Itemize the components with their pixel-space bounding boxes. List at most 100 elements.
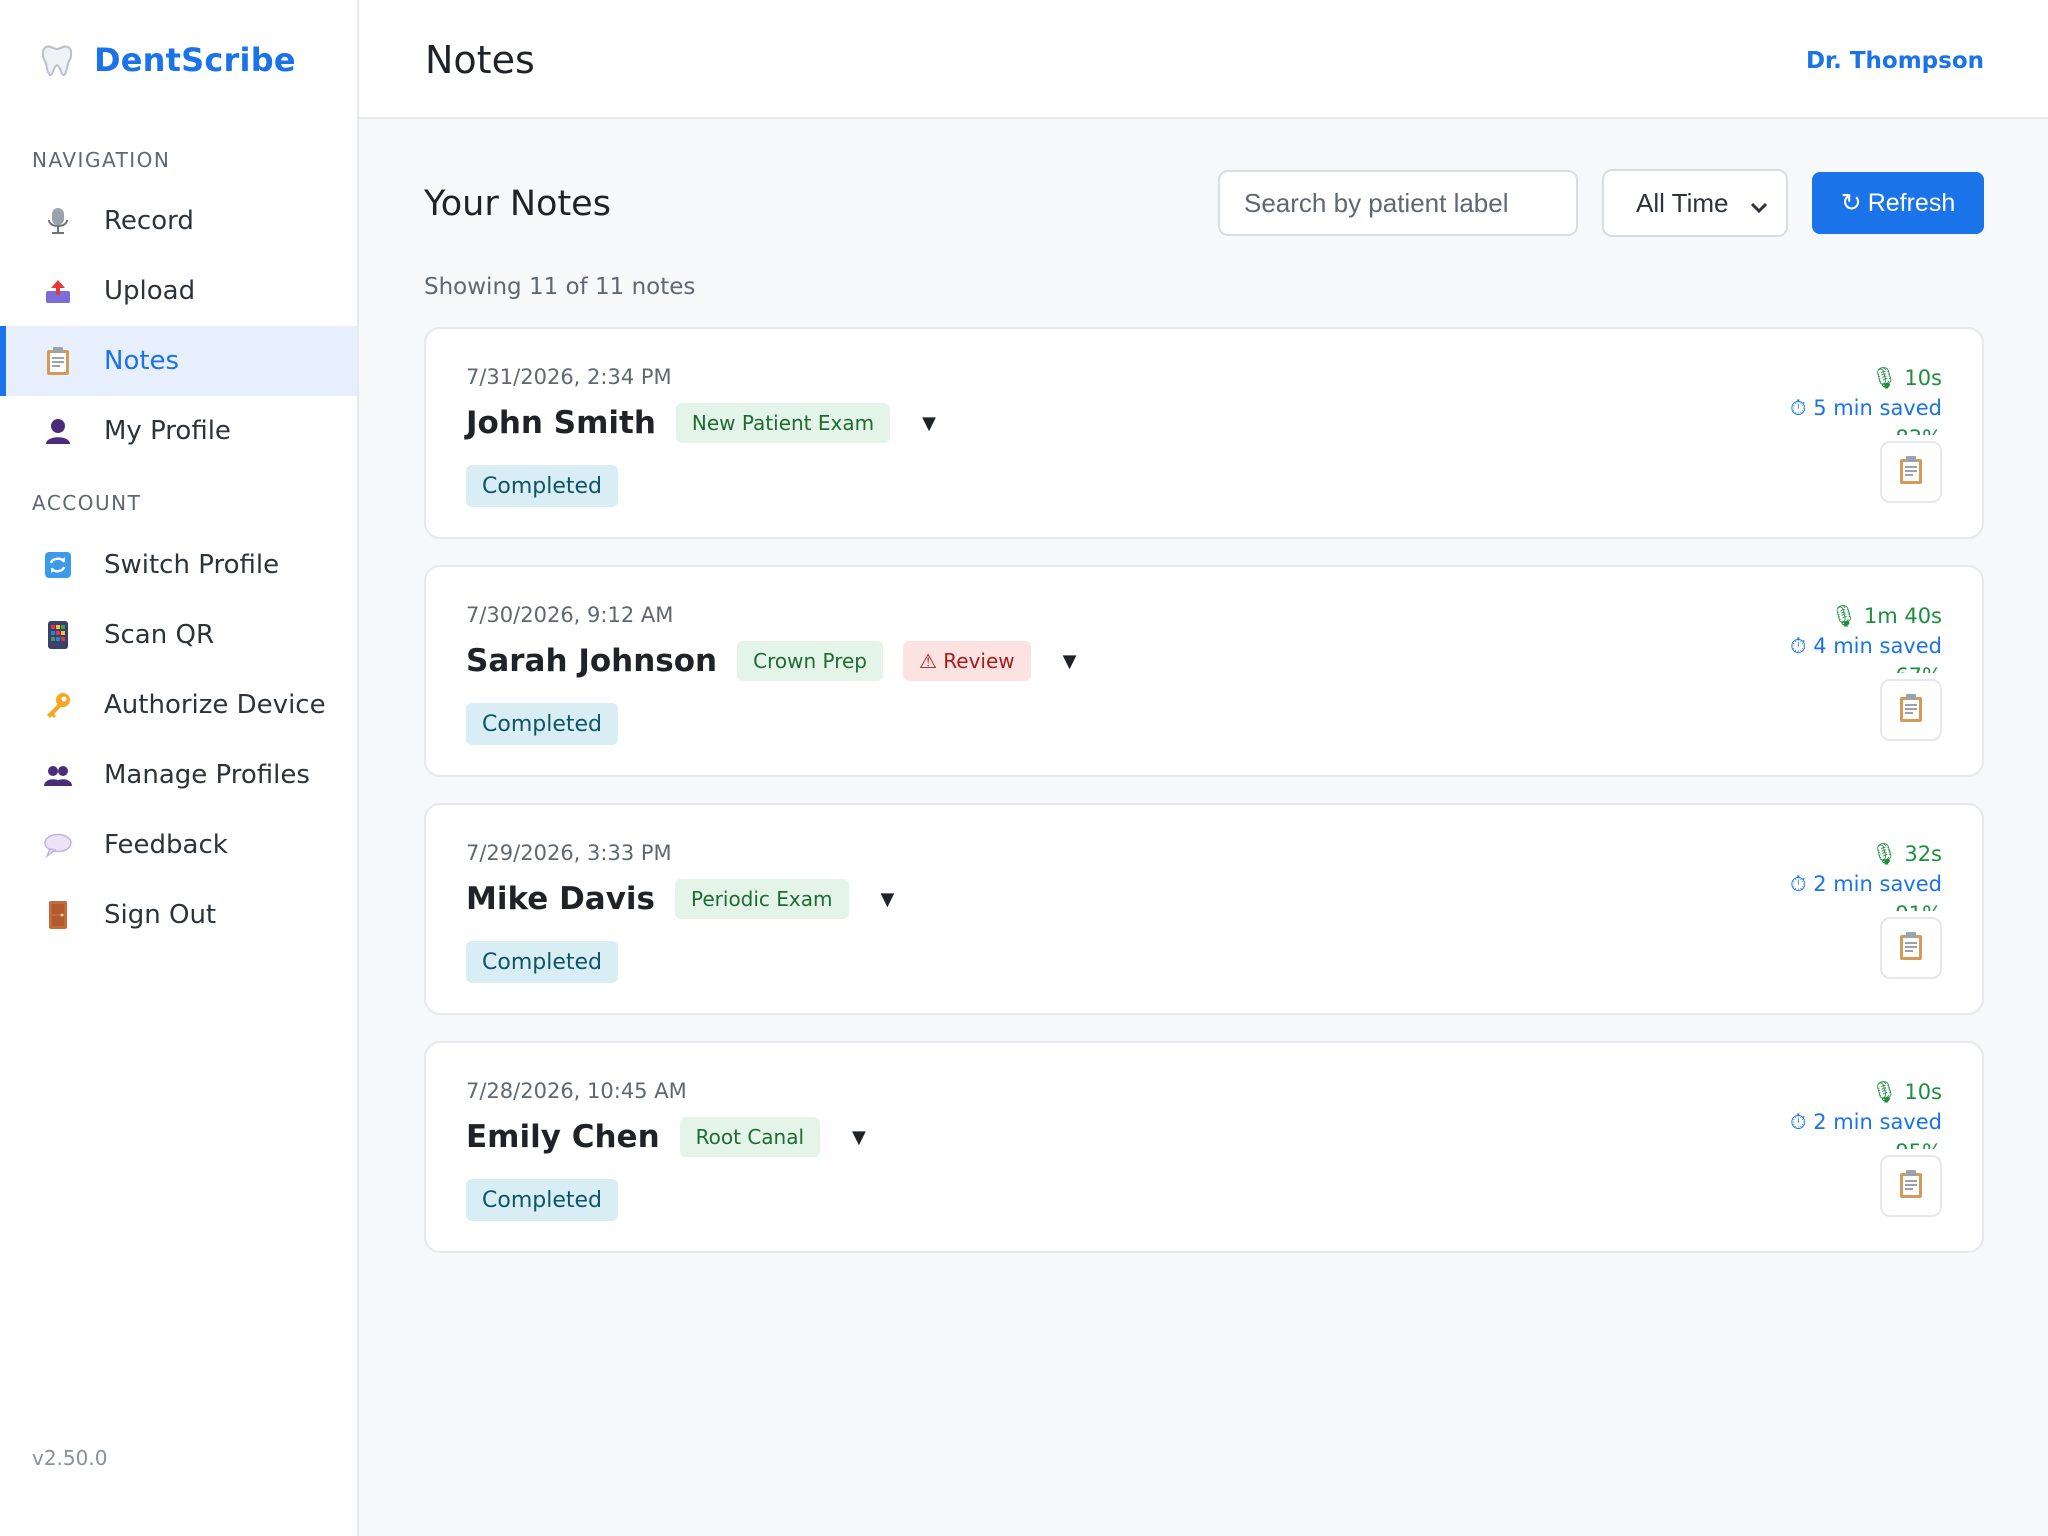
copy-note-button[interactable] xyxy=(1880,679,1942,741)
expand-caret-icon[interactable]: ▼ xyxy=(881,889,895,910)
microphone-icon: 🎙 xyxy=(1870,1080,1898,1104)
sidebar-item-label: My Profile xyxy=(104,416,231,446)
microphone-icon xyxy=(42,205,74,237)
sidebar-item-my-profile[interactable]: My Profile xyxy=(0,396,357,466)
note-card[interactable]: 7/31/2026, 2:34 PM John Smith New Patien… xyxy=(424,327,1984,539)
tooth-icon xyxy=(38,41,76,79)
appointment-type-badge: Periodic Exam xyxy=(675,879,849,919)
notes-section-title: Your Notes xyxy=(424,184,611,224)
qr-icon xyxy=(42,619,74,651)
patient-name: John Smith xyxy=(466,405,656,441)
status-badge: Completed xyxy=(466,465,618,507)
switch-icon xyxy=(42,549,74,581)
notes-count: Showing 11 of 11 notes xyxy=(424,274,696,300)
chevron-down-icon xyxy=(1748,195,1770,217)
sidebar-item-label: Sign Out xyxy=(104,900,217,930)
people-icon xyxy=(42,759,74,791)
note-card[interactable]: 7/30/2026, 9:12 AM Sarah Johnson Crown P… xyxy=(424,565,1984,777)
recording-duration: 🎙 10s xyxy=(1870,1080,1942,1104)
copy-note-button[interactable] xyxy=(1880,1155,1942,1217)
note-stats: 🎙 32s ⏱ 2 min saved 91% xyxy=(1682,839,1942,911)
note-card[interactable]: 7/29/2026, 3:33 PM Mike Davis Periodic E… xyxy=(424,803,1984,1015)
accuracy-score: 91% xyxy=(1682,899,1942,911)
clipboard-icon xyxy=(1898,455,1924,489)
accuracy-score: 95% xyxy=(1682,1137,1942,1149)
person-icon xyxy=(42,415,74,447)
clipboard-icon xyxy=(1898,1169,1924,1203)
note-stats: 🎙 1m 40s ⏱ 4 min saved 67% xyxy=(1682,601,1942,673)
timer-icon: ⏱ xyxy=(1790,1110,1807,1134)
account-section-label: ACCOUNT xyxy=(32,491,142,515)
sidebar-item-label: Upload xyxy=(104,276,196,306)
refresh-button[interactable]: ↻ Refresh xyxy=(1812,172,1984,234)
expand-caret-icon[interactable]: ▼ xyxy=(1063,651,1077,672)
note-date: 7/30/2026, 9:12 AM xyxy=(466,603,674,627)
app-version: v2.50.0 xyxy=(32,1446,108,1470)
sidebar-item-label: Scan QR xyxy=(104,620,215,650)
sidebar-item-label: Authorize Device xyxy=(104,690,326,720)
sidebar-item-record[interactable]: Record xyxy=(0,186,357,256)
time-saved: ⏱ 2 min saved xyxy=(1790,872,1942,896)
sidebar-item-authorize-device[interactable]: Authorize Device xyxy=(0,670,357,740)
recording-duration: 🎙 10s xyxy=(1870,366,1942,390)
sidebar-item-label: Record xyxy=(104,206,194,236)
nav-section-label: NAVIGATION xyxy=(32,148,171,172)
sidebar-item-switch-profile[interactable]: Switch Profile xyxy=(0,530,357,600)
microphone-icon: 🎙 xyxy=(1870,842,1898,866)
microphone-icon: 🎙 xyxy=(1870,366,1898,390)
status-badge: Completed xyxy=(466,1179,618,1221)
sidebar-item-label: Feedback xyxy=(104,830,228,860)
user-name-link[interactable]: Dr. Thompson xyxy=(1806,48,1984,74)
app-name: DentScribe xyxy=(94,41,296,79)
appointment-type-badge: Crown Prep xyxy=(737,641,883,681)
patient-name: Mike Davis xyxy=(466,881,656,917)
sidebar-item-manage-profiles[interactable]: Manage Profiles xyxy=(0,740,357,810)
sidebar-item-sign-out[interactable]: Sign Out xyxy=(0,880,357,950)
sidebar-item-label: Switch Profile xyxy=(104,550,280,580)
refresh-label: Refresh xyxy=(1867,188,1956,217)
appointment-type-badge: New Patient Exam xyxy=(675,403,891,443)
time-filter-select[interactable]: All Time xyxy=(1602,169,1788,237)
accuracy-score: 67% xyxy=(1682,661,1942,673)
accuracy-score: 83% xyxy=(1682,423,1942,435)
refresh-icon: ↻ xyxy=(1840,189,1862,217)
note-stats: 🎙 10s ⏱ 2 min saved 95% xyxy=(1682,1077,1942,1149)
microphone-icon: 🎙 xyxy=(1830,604,1858,628)
time-saved: ⏱ 5 min saved xyxy=(1790,396,1942,420)
brand[interactable]: DentScribe xyxy=(38,38,296,82)
expand-caret-icon[interactable]: ▼ xyxy=(922,413,936,434)
note-card[interactable]: 7/28/2026, 10:45 AM Emily Chen Root Cana… xyxy=(424,1041,1984,1253)
sidebar-item-upload[interactable]: Upload xyxy=(0,256,357,326)
search-input[interactable] xyxy=(1218,170,1578,236)
upload-icon xyxy=(42,275,74,307)
top-header: Notes Dr. Thompson xyxy=(359,0,2048,119)
copy-note-button[interactable] xyxy=(1880,441,1942,503)
page-title: Notes xyxy=(425,38,535,82)
patient-name: Sarah Johnson xyxy=(466,643,718,679)
sidebar-item-feedback[interactable]: Feedback xyxy=(0,810,357,880)
recording-duration: 🎙 32s xyxy=(1870,842,1942,866)
note-stats: 🎙 10s ⏱ 5 min saved 83% xyxy=(1682,363,1942,435)
clipboard-icon xyxy=(42,345,74,377)
patient-name: Emily Chen xyxy=(466,1119,660,1155)
note-date: 7/31/2026, 2:34 PM xyxy=(466,365,672,389)
door-icon xyxy=(42,899,74,931)
status-badge: Completed xyxy=(466,703,618,745)
timer-icon: ⏱ xyxy=(1790,396,1807,420)
key-icon xyxy=(42,689,74,721)
note-date: 7/28/2026, 10:45 AM xyxy=(466,1079,687,1103)
time-saved: ⏱ 2 min saved xyxy=(1790,1110,1942,1134)
recording-duration: 🎙 1m 40s xyxy=(1830,604,1942,628)
timer-icon: ⏱ xyxy=(1790,634,1807,658)
clipboard-icon xyxy=(1898,693,1924,727)
time-filter-value: All Time xyxy=(1636,187,1729,218)
sidebar-item-scan-qr[interactable]: Scan QR xyxy=(0,600,357,670)
sidebar-item-notes[interactable]: Notes xyxy=(0,326,357,396)
status-badge: Completed xyxy=(466,941,618,983)
clipboard-icon xyxy=(1898,931,1924,965)
time-saved: ⏱ 4 min saved xyxy=(1790,634,1942,658)
copy-note-button[interactable] xyxy=(1880,917,1942,979)
sidebar: DentScribe NAVIGATION Record Upload Note… xyxy=(0,0,359,1536)
expand-caret-icon[interactable]: ▼ xyxy=(852,1127,866,1148)
timer-icon: ⏱ xyxy=(1790,872,1807,896)
